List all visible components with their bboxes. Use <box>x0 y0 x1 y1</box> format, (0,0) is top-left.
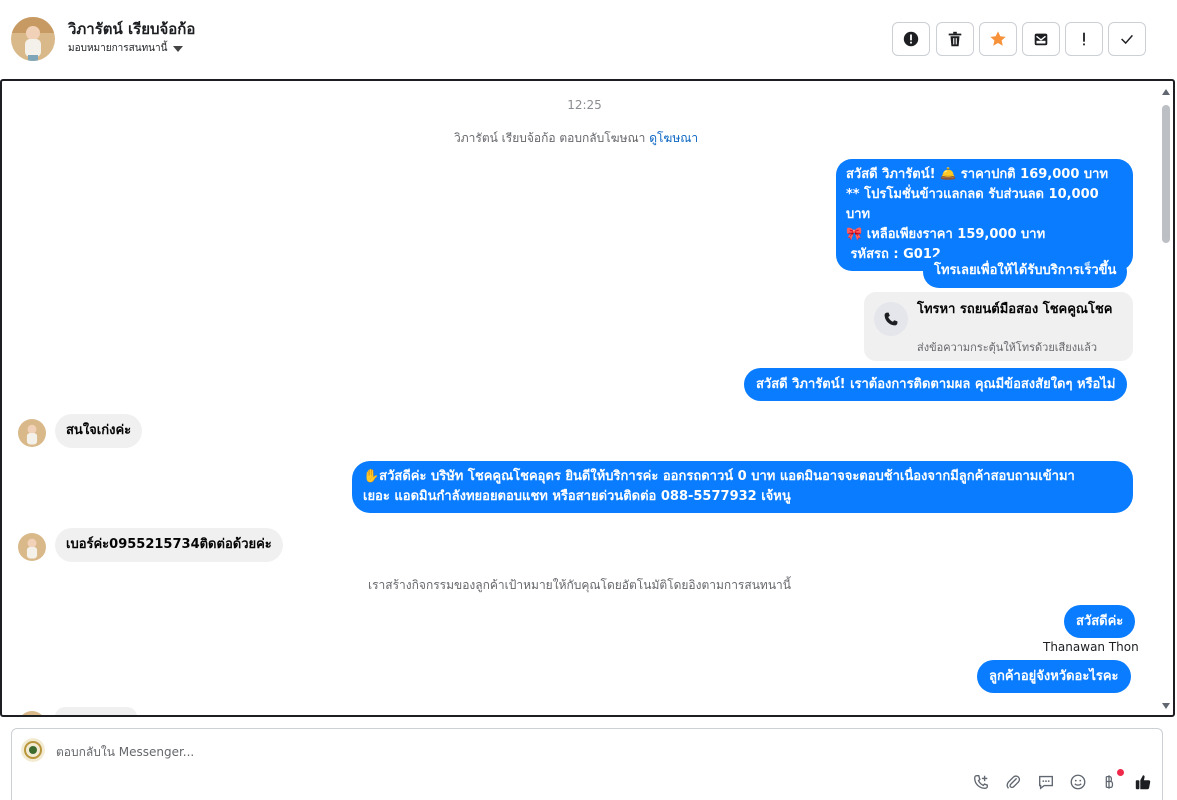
like-button[interactable] <box>1132 771 1154 793</box>
caret-down-icon <box>173 45 184 52</box>
follow-up-icon <box>1083 32 1085 46</box>
incoming-message[interactable]: สนใจเก่งค่ะ <box>55 414 143 448</box>
star-icon <box>990 31 1006 46</box>
outgoing-message[interactable]: ✋สวัสดีค่ะ บริษัท โชคคูณโชคอุดร ยินดีให้… <box>352 461 1133 513</box>
message-line: 🎀 เหลือเพียงราคา 159,000 บาท <box>846 227 1046 242</box>
report-spam-icon <box>903 31 919 47</box>
like-icon <box>1135 775 1151 790</box>
sender-name: Thanawan Thon <box>1043 640 1139 654</box>
done-check-icon <box>1121 34 1133 45</box>
incoming-message[interactable]: เบอร์ค่ะ0955215734ติดต่อด้วยค่ะ <box>55 528 283 562</box>
reply-composer[interactable]: ตอบกลับใน Messenger... <box>11 728 1163 800</box>
message-timestamp: 12:25 <box>567 98 602 112</box>
report-spam-button[interactable] <box>892 22 930 56</box>
scrollbar-thumb[interactable] <box>1162 105 1170 243</box>
message-line: สวัสดี วิภารัตน์! 🛎️ ราคาปกติ 169,000 บา… <box>846 167 1109 182</box>
phone-icon <box>884 312 898 326</box>
assign-conversation-dropdown[interactable]: มอบหมายการสนทนานี้ <box>68 41 184 56</box>
mark-unread-icon <box>1034 33 1048 46</box>
incoming-message-partial[interactable] <box>55 707 137 715</box>
outgoing-message[interactable]: ลูกค้าอยู่จังหวัดอะไรคะ <box>977 660 1131 693</box>
phone-icon-circle <box>874 302 908 336</box>
contact-avatar-small <box>18 711 46 715</box>
delete-button[interactable] <box>936 22 974 56</box>
call-card-subtitle: ส่งข้อความกระตุ้นให้โทรด้วยเสียงแล้ว <box>917 341 1098 354</box>
view-ad-link[interactable]: ดูโฆษณา <box>649 131 698 145</box>
saved-reply-icon <box>1039 775 1053 790</box>
contact-avatar-small <box>18 533 46 561</box>
outgoing-message[interactable]: สวัสดีค่ะ <box>1064 605 1136 638</box>
phone-plus-icon <box>974 775 988 789</box>
ad-reply-text: วิภารัตน์ เรียบจ้อก้อ ตอบกลับโฆษณา <box>454 131 646 145</box>
message-line: ** โปรโมชั่นข้าวแลกลด รับส่วนลด 10,000 บ… <box>846 187 1099 222</box>
system-note: เราสร้างกิจกรรมของลูกค้าเป้าหมายให้กับคุ… <box>368 578 791 592</box>
reply-input[interactable]: ตอบกลับใน Messenger... <box>56 743 194 762</box>
emoji-icon <box>1070 774 1086 790</box>
scroll-down-arrow-icon[interactable] <box>1162 703 1170 709</box>
baht-payment-icon <box>1105 775 1114 789</box>
message-line: ✋สวัสดีค่ะ บริษัท โชคคูณโชคอุดร ยินดีให้… <box>363 469 1075 484</box>
ad-reply-notice: วิภารัตน์ เรียบจ้อก้อ ตอบกลับโฆษณา ดูโฆษ… <box>454 129 698 148</box>
conversation-header: วิภารัตน์ เรียบจ้อก้อ มอบหมายการสนทนานี้ <box>0 0 1177 78</box>
attach-button[interactable] <box>1002 771 1024 793</box>
outgoing-message[interactable]: โทรเลยเพื่อให้ได้รับบริการเร็วขึ้น <box>923 256 1128 288</box>
mark-unread-button[interactable] <box>1022 22 1060 56</box>
outgoing-message[interactable]: สวัสดี วิภารัตน์! 🛎️ ราคาปกติ 169,000 บา… <box>836 159 1133 271</box>
contact-avatar[interactable] <box>11 17 55 61</box>
page-avatar <box>21 738 45 762</box>
call-card-title: โทรหา รถยนต์มือสอง โชคคูณโชค <box>917 302 1113 317</box>
follow-up-button[interactable] <box>1065 22 1103 56</box>
conversation-panel[interactable]: 12:25 วิภารัตน์ เรียบจ้อก้อ ตอบกลับโฆษณา… <box>0 79 1175 717</box>
phone-plus-button[interactable] <box>970 771 992 793</box>
assign-label: มอบหมายการสนทนานี้ <box>68 43 168 54</box>
notification-dot <box>1117 769 1124 776</box>
scroll-up-arrow-icon[interactable] <box>1162 89 1170 95</box>
outgoing-message[interactable]: สวัสดี วิภารัตน์! เราต้องการติดตามผล คุณ… <box>744 368 1128 401</box>
done-button[interactable] <box>1108 22 1146 56</box>
message-line: เยอะ แอดมินกำลังทยอยตอบแชท หรือสายด่วนติ… <box>363 489 791 504</box>
star-button[interactable] <box>979 22 1017 56</box>
attach-icon <box>1006 775 1021 789</box>
trash-icon <box>948 31 962 47</box>
conversation-scrollbar[interactable] <box>1161 85 1171 713</box>
call-request-card[interactable]: โทรหา รถยนต์มือสอง โชคคูณโชค ส่งข้อความก… <box>864 292 1133 361</box>
emoji-button[interactable] <box>1067 771 1089 793</box>
contact-avatar-small <box>18 419 46 447</box>
saved-reply-button[interactable] <box>1035 771 1057 793</box>
contact-name[interactable]: วิภารัตน์ เรียบจ้อก้อ <box>68 17 195 41</box>
